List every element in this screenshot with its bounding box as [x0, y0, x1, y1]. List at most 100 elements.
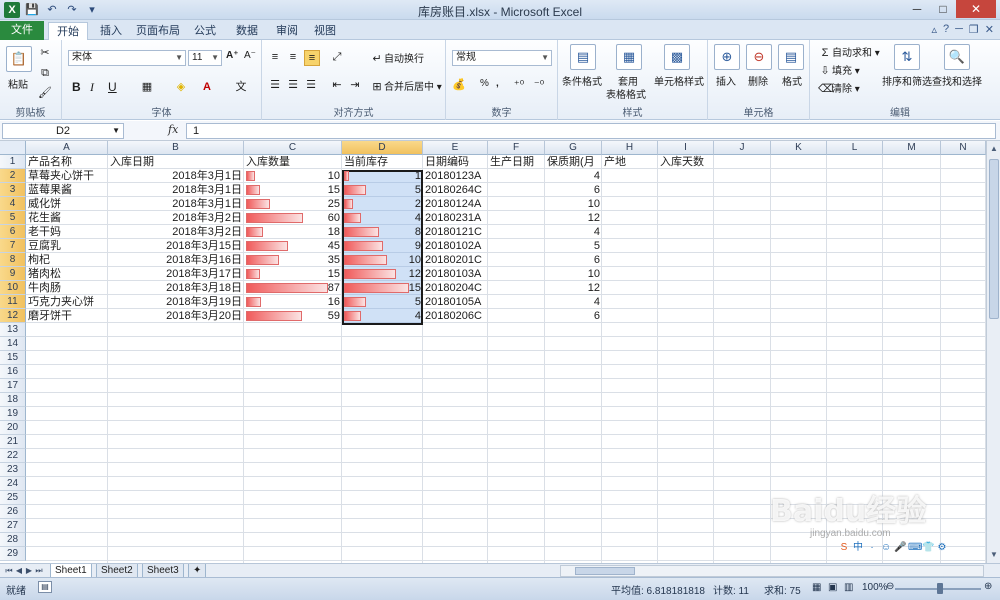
column-header-i[interactable]: I	[658, 141, 714, 155]
workbook-close-icon[interactable]: ✕	[985, 23, 994, 36]
cell-inbound-date[interactable]: 2018年3月17日	[108, 267, 244, 281]
header-cell-i[interactable]: 入库天数	[658, 155, 714, 169]
cell-shelf-life[interactable]: 4	[545, 225, 602, 239]
column-header-a[interactable]: A	[26, 141, 108, 155]
cell-inbound-date[interactable]: 2018年3月2日	[108, 225, 244, 239]
column-header-m[interactable]: M	[883, 141, 941, 155]
copy-icon[interactable]: ⧉	[38, 66, 52, 80]
cell-product-name[interactable]: 花生酱	[26, 211, 108, 225]
column-header-j[interactable]: J	[714, 141, 771, 155]
cell-shelf-life[interactable]: 5	[545, 239, 602, 253]
cell-inbound-qty[interactable]: 45	[244, 239, 342, 253]
row-header-20[interactable]: 20	[0, 421, 26, 435]
cell-inbound-qty[interactable]: 25	[244, 197, 342, 211]
cell-inbound-date[interactable]: 2018年3月18日	[108, 281, 244, 295]
cell-date-code[interactable]: 20180206C	[423, 309, 488, 323]
bold-button[interactable]: B	[72, 80, 81, 94]
vertical-scrollbar[interactable]: ▲ ▼	[986, 141, 1000, 563]
insert-sheet-icon[interactable]: ✦	[188, 564, 207, 578]
format-table-icon[interactable]: ▦	[616, 44, 642, 70]
row-header-9[interactable]: 9	[0, 267, 26, 281]
column-header-l[interactable]: L	[827, 141, 883, 155]
column-header-f[interactable]: F	[488, 141, 545, 155]
tab-view[interactable]: 视图	[306, 22, 344, 40]
sort-filter-button[interactable]: 排序和筛选	[882, 73, 932, 88]
column-header-g[interactable]: G	[545, 141, 602, 155]
last-sheet-icon[interactable]: ⏭	[34, 565, 44, 577]
autosum-button[interactable]: Σ 自动求和 ▾	[818, 44, 880, 60]
merge-center-button[interactable]: ⊞ 合并后居中 ▾	[370, 78, 441, 94]
cell-inbound-qty[interactable]: 15	[244, 183, 342, 197]
row-header-25[interactable]: 25	[0, 491, 26, 505]
horizontal-scrollbar[interactable]	[560, 565, 984, 577]
cell-current-stock[interactable]: 2	[342, 197, 423, 211]
accounting-format-icon[interactable]: 💰	[452, 78, 466, 92]
workbook-restore-icon[interactable]: ❐	[969, 23, 979, 36]
formula-input[interactable]: 1	[186, 123, 996, 139]
format-cells-button[interactable]: 格式	[782, 73, 802, 88]
row-header-6[interactable]: 6	[0, 225, 26, 239]
minimize-button[interactable]: ─	[904, 0, 930, 18]
align-right-icon[interactable]: ☰	[304, 78, 318, 92]
close-button[interactable]: ✕	[956, 0, 996, 18]
row-header-22[interactable]: 22	[0, 449, 26, 463]
cell-product-name[interactable]: 磨牙饼干	[26, 309, 108, 323]
cell-product-name[interactable]: 猪肉松	[26, 267, 108, 281]
cell-inbound-qty[interactable]: 35	[244, 253, 342, 267]
tab-data[interactable]: 数据	[228, 22, 266, 40]
tab-formulas[interactable]: 公式	[186, 22, 224, 40]
scroll-down-icon[interactable]: ▼	[988, 549, 1000, 561]
cell-inbound-qty[interactable]: 59	[244, 309, 342, 323]
column-header-b[interactable]: B	[108, 141, 244, 155]
row-header-5[interactable]: 5	[0, 211, 26, 225]
cell-product-name[interactable]: 老干妈	[26, 225, 108, 239]
cell-inbound-date[interactable]: 2018年3月1日	[108, 197, 244, 211]
insert-cells-icon[interactable]: ⊕	[714, 44, 740, 70]
page-break-view-icon[interactable]: ▥	[844, 582, 853, 593]
insert-cells-button[interactable]: 插入	[716, 73, 736, 88]
help-icon[interactable]: ?	[943, 23, 949, 36]
zoom-out-icon[interactable]: ⊖	[886, 581, 894, 592]
font-color-icon[interactable]: A	[200, 80, 214, 94]
align-left-icon[interactable]: ☰	[268, 78, 282, 92]
row-header-21[interactable]: 21	[0, 435, 26, 449]
cell-date-code[interactable]: 20180121C	[423, 225, 488, 239]
cell-date-code[interactable]: 20180201C	[423, 253, 488, 267]
ime-skin-icon[interactable]: 👕	[922, 542, 934, 554]
cell-date-code[interactable]: 20180264C	[423, 183, 488, 197]
row-header-28[interactable]: 28	[0, 533, 26, 547]
fill-button[interactable]: ⇩ 填充 ▾	[818, 62, 859, 78]
ime-tools-icon[interactable]: ⚙	[936, 542, 948, 554]
cell-inbound-date[interactable]: 2018年3月19日	[108, 295, 244, 309]
insert-function-button[interactable]: fx	[168, 123, 178, 136]
sheet-tab-sheet3[interactable]: Sheet3	[142, 564, 184, 578]
conditional-format-button[interactable]: 条件格式	[562, 73, 602, 88]
tab-insert[interactable]: 插入	[92, 22, 130, 40]
cell-inbound-date[interactable]: 2018年3月20日	[108, 309, 244, 323]
next-sheet-icon[interactable]: ▶	[24, 565, 34, 577]
font-size-select[interactable]: 11 ▼	[188, 50, 222, 66]
cell-shelf-life[interactable]: 12	[545, 211, 602, 225]
row-header-16[interactable]: 16	[0, 365, 26, 379]
cell-date-code[interactable]: 20180231A	[423, 211, 488, 225]
ribbon-minimize-icon[interactable]: ▵	[931, 23, 937, 36]
find-select-icon[interactable]: 🔍	[944, 44, 970, 70]
cell-shelf-life[interactable]: 4	[545, 169, 602, 183]
page-layout-view-icon[interactable]: ▣	[828, 582, 837, 593]
ime-logo-icon[interactable]: S	[838, 542, 850, 554]
cell-shelf-life[interactable]: 12	[545, 281, 602, 295]
row-header-29[interactable]: 29	[0, 547, 26, 561]
row-header-12[interactable]: 12	[0, 309, 26, 323]
row-header-1[interactable]: 1	[0, 155, 26, 169]
header-cell-g[interactable]: 保质期(月	[545, 155, 602, 169]
column-header-h[interactable]: H	[602, 141, 658, 155]
header-cell-e[interactable]: 日期编码	[423, 155, 488, 169]
number-format-select[interactable]: 常规 ▼	[452, 50, 552, 66]
row-header-23[interactable]: 23	[0, 463, 26, 477]
tab-file[interactable]: 文件	[0, 21, 44, 40]
column-header-c[interactable]: C	[244, 141, 342, 155]
cell-styles-icon[interactable]: ▩	[664, 44, 690, 70]
sheet-tab-sheet2[interactable]: Sheet2	[96, 564, 138, 578]
cell-current-stock[interactable]: 8	[342, 225, 423, 239]
cell-date-code[interactable]: 20180204C	[423, 281, 488, 295]
